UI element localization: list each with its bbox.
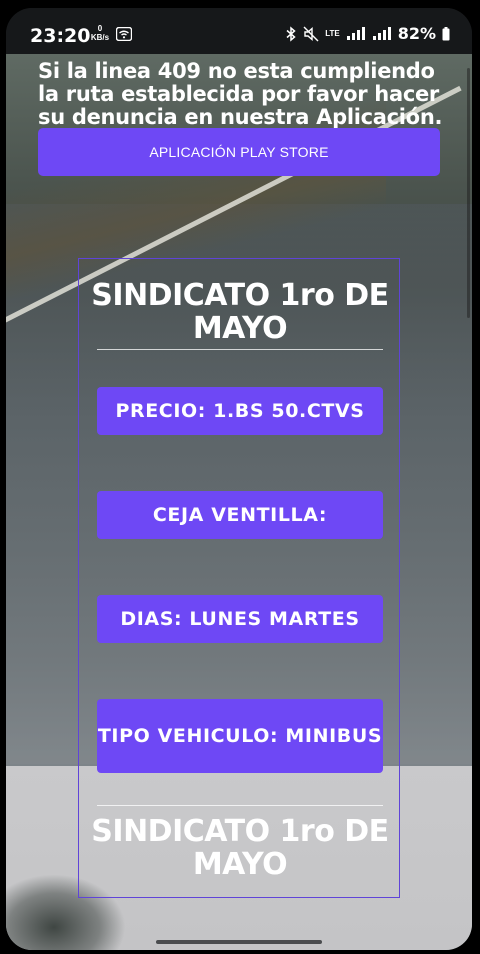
panel-divider [97, 349, 383, 350]
panel-divider-bottom [97, 805, 383, 806]
battery-percent: 82% [397, 24, 436, 43]
network-speed: 0 KB/s [88, 24, 112, 42]
network-type: LTE [325, 28, 340, 38]
vehicle-type-button[interactable]: TIPO VEHICULO: MINIBUS [97, 699, 383, 773]
signal-icon [346, 26, 365, 40]
navigation-handle[interactable] [156, 940, 322, 944]
phone-screen: 23:20 0 KB/s LTE 82% Si la linea 409 no … [6, 8, 472, 950]
status-icons: LTE 82% [285, 24, 450, 43]
network-speed-value: 0 [97, 24, 103, 33]
panel-footer-title: SINDICATO 1ro DE MAYO [91, 814, 389, 882]
scrollbar[interactable] [467, 68, 470, 318]
bluetooth-icon [286, 25, 296, 42]
network-speed-unit: KB/s [90, 33, 110, 42]
days-button[interactable]: DIAS: LUNES MARTES [97, 595, 383, 643]
status-time: 23:20 [30, 25, 91, 47]
price-button[interactable]: PRECIO: 1.BS 50.CTVS [97, 387, 383, 435]
notice-text: Si la linea 409 no esta cumpliendo la ru… [38, 59, 443, 129]
route-button[interactable]: CEJA VENTILLA: [97, 491, 383, 539]
battery-icon [442, 26, 450, 40]
wifi-icon [116, 27, 132, 41]
status-bar: 23:20 0 KB/s LTE 82% [6, 8, 472, 54]
info-panel: SINDICATO 1ro DE MAYO PRECIO: 1.BS 50.CT… [78, 258, 400, 898]
play-store-button[interactable]: APLICACIÓN PLAY STORE [38, 128, 440, 176]
panel-title: SINDICATO 1ro DE MAYO [91, 278, 389, 346]
signal-icon-2 [372, 26, 391, 40]
mute-icon [303, 26, 319, 41]
